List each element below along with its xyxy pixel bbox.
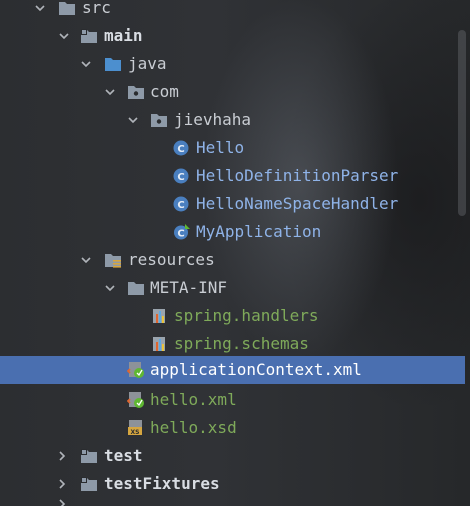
tree-node-spring-handlers[interactable]: spring.handlers: [0, 302, 470, 330]
properties-file-icon: [151, 308, 169, 324]
spring-xml-file-icon: [126, 391, 145, 408]
java-class-icon: C: [173, 140, 191, 156]
tree-node-hello-class[interactable]: C Hello: [0, 134, 470, 162]
tree-node-hello-xsd[interactable]: XS hello.xsd: [0, 414, 470, 442]
module-folder-icon: [80, 476, 98, 492]
package-icon: [127, 84, 145, 100]
node-label: main: [104, 26, 143, 45]
tree-node-test-fixtures[interactable]: testFixtures: [0, 470, 470, 498]
svg-text:C: C: [177, 172, 184, 183]
svg-text:C: C: [177, 229, 184, 240]
project-tree[interactable]: src main java com jievhaha C Hello C Hel…: [0, 0, 470, 506]
chevron-down-icon[interactable]: [58, 30, 70, 42]
chevron-down-icon[interactable]: [127, 114, 139, 126]
node-label: applicationContext.xml: [150, 360, 362, 379]
chevron-down-icon[interactable]: [34, 2, 46, 14]
node-label: HelloNameSpaceHandler: [196, 194, 399, 213]
node-label: MyApplication: [196, 222, 322, 241]
xsd-file-icon: XS: [127, 419, 145, 436]
resources-folder-icon: [104, 252, 122, 268]
node-label: spring.handlers: [174, 306, 319, 325]
svg-text:C: C: [177, 200, 184, 211]
chevron-down-icon[interactable]: [104, 282, 116, 294]
module-folder-icon: [80, 448, 98, 464]
spring-xml-file-icon: [126, 361, 145, 378]
folder-icon: [127, 280, 145, 296]
node-label: java: [128, 54, 167, 73]
properties-file-icon: [151, 336, 169, 352]
tree-node-java[interactable]: java: [0, 50, 470, 78]
svg-text:XS: XS: [131, 429, 140, 436]
tree-node-resources[interactable]: resources: [0, 246, 470, 274]
tree-node-test[interactable]: test: [0, 442, 470, 470]
tree-node-my-application[interactable]: C MyApplication: [0, 218, 470, 246]
tree-node-main[interactable]: main: [0, 22, 470, 50]
spring-boot-class-icon: C: [173, 224, 191, 240]
node-label: src: [82, 0, 111, 17]
node-label: com: [150, 82, 179, 101]
chevron-right-icon[interactable]: [56, 498, 68, 506]
tree-node-hello-definition-parser[interactable]: C HelloDefinitionParser: [0, 162, 470, 190]
tree-node-com[interactable]: com: [0, 78, 470, 106]
node-label: resources: [128, 250, 215, 269]
java-class-icon: C: [173, 196, 191, 212]
node-label: hello.xml: [150, 390, 237, 409]
node-label: Hello: [196, 138, 245, 157]
vertical-scrollbar[interactable]: [458, 30, 466, 216]
source-folder-icon: [104, 56, 122, 72]
chevron-down-icon[interactable]: [80, 254, 92, 266]
folder-icon: [58, 0, 76, 16]
node-label: HelloDefinitionParser: [196, 166, 399, 185]
chevron-right-icon[interactable]: [56, 450, 68, 462]
tree-node-hello-xml[interactable]: hello.xml: [0, 386, 470, 414]
node-label: hello.xsd: [150, 418, 237, 437]
tree-node-hello-namespace-handler[interactable]: C HelloNameSpaceHandler: [0, 190, 470, 218]
node-label: META-INF: [150, 278, 228, 297]
package-icon: [150, 112, 168, 128]
tree-node-meta-inf[interactable]: META-INF: [0, 274, 470, 302]
node-label: jievhaha: [174, 110, 252, 129]
tree-node-application-context-xml[interactable]: applicationContext.xml: [0, 356, 465, 384]
chevron-right-icon[interactable]: [56, 478, 68, 490]
node-label: test: [104, 446, 143, 465]
tree-node-jievhaha[interactable]: jievhaha: [0, 106, 470, 134]
node-label: spring.schemas: [174, 334, 309, 353]
tree-node-src[interactable]: src: [0, 0, 470, 22]
tree-node-spring-schemas[interactable]: spring.schemas: [0, 330, 470, 358]
module-folder-icon: [80, 28, 98, 44]
tree-node-partial[interactable]: [0, 498, 470, 506]
node-label: testFixtures: [104, 474, 220, 493]
java-class-icon: C: [173, 168, 191, 184]
chevron-down-icon[interactable]: [80, 58, 92, 70]
chevron-down-icon[interactable]: [104, 86, 116, 98]
svg-text:C: C: [177, 144, 184, 155]
